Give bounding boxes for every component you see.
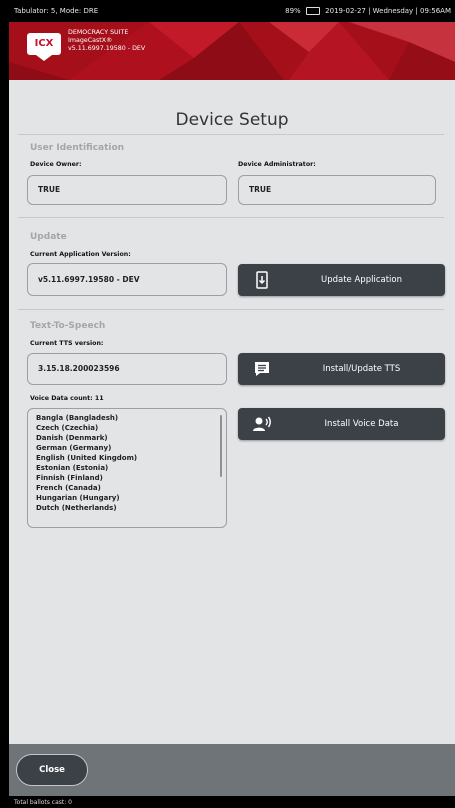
date-time: 2019-02-27 | Wednesday | 09:56AM bbox=[325, 7, 451, 15]
tts-version-label: Current TTS version: bbox=[30, 340, 104, 347]
device-owner-label: Device Owner: bbox=[30, 161, 82, 168]
list-item[interactable]: Danish (Denmark) bbox=[36, 433, 226, 443]
brand-line-2: ImageCastX® bbox=[68, 37, 113, 44]
list-item[interactable]: Czech (Czechia) bbox=[36, 423, 226, 433]
footer-bar: Close bbox=[9, 744, 455, 796]
voice-list-scrollbar[interactable] bbox=[220, 415, 222, 477]
speaker-voice-icon bbox=[253, 416, 271, 431]
list-item[interactable]: Estonian (Estonia) bbox=[36, 463, 226, 473]
application-version-label: Current Application Version: bbox=[30, 251, 131, 258]
list-item[interactable]: French (Canada) bbox=[36, 483, 226, 493]
voice-list-items: Bangla (Bangladesh) Czech (Czechia) Dani… bbox=[28, 409, 226, 513]
device-frame: Tabulator: 5, Mode: DRE 89% 2019-02-27 |… bbox=[0, 0, 455, 808]
list-item[interactable]: English (United Kingdom) bbox=[36, 453, 226, 463]
brand-text: DEMOCRACY SUITE ImageCastX® v5.11.6997.1… bbox=[68, 29, 145, 53]
tabulator-mode-text: Tabulator: 5, Mode: DRE bbox=[14, 7, 99, 15]
install-update-tts-label: Install/Update TTS bbox=[322, 364, 401, 374]
status-bar: Tabulator: 5, Mode: DRE 89% 2019-02-27 |… bbox=[0, 0, 455, 22]
title-row: Device Setup bbox=[9, 80, 455, 135]
device-administrator-label: Device Administrator: bbox=[238, 161, 316, 168]
application-version-field: v5.11.6997.19580 - DEV bbox=[27, 263, 227, 296]
bottom-status-bar: Total ballots cast: 0 bbox=[0, 796, 455, 808]
battery-icon bbox=[305, 7, 320, 15]
divider bbox=[18, 309, 444, 310]
section-title-user-identification: User Identification bbox=[30, 143, 125, 153]
update-application-button[interactable]: Update Application bbox=[238, 264, 445, 296]
icx-logo: ICX bbox=[27, 33, 61, 61]
page-title: Device Setup bbox=[175, 110, 289, 130]
app-screen: ICX DEMOCRACY SUITE ImageCastX® v5.11.69… bbox=[9, 22, 455, 796]
section-title-update: Update bbox=[30, 232, 67, 242]
divider bbox=[18, 217, 444, 218]
update-application-label: Update Application bbox=[321, 275, 402, 285]
close-button[interactable]: Close bbox=[16, 754, 88, 786]
status-right: 89% 2019-02-27 | Wednesday | 09:56AM bbox=[285, 7, 451, 15]
tts-version-field: 3.15.18.200023596 bbox=[27, 353, 227, 385]
device-owner-field: TRUE bbox=[27, 175, 227, 205]
chat-message-icon bbox=[255, 362, 269, 376]
battery-level: 89% bbox=[285, 7, 301, 15]
total-ballots-cast: Total ballots cast: 0 bbox=[14, 799, 72, 806]
header-banner: ICX DEMOCRACY SUITE ImageCastX® v5.11.69… bbox=[9, 22, 455, 80]
install-voice-data-button[interactable]: Install Voice Data bbox=[238, 408, 445, 440]
list-item[interactable]: Finnish (Finland) bbox=[36, 473, 226, 483]
list-item[interactable]: Bangla (Bangladesh) bbox=[36, 413, 226, 423]
voice-data-list[interactable]: Bangla (Bangladesh) Czech (Czechia) Dani… bbox=[27, 408, 227, 528]
section-title-text-to-speech: Text-To-Speech bbox=[30, 321, 106, 331]
brand-line-3: v5.11.6997.19580 - DEV bbox=[68, 45, 146, 52]
divider bbox=[18, 134, 444, 135]
list-item[interactable]: German (Germany) bbox=[36, 443, 226, 453]
install-voice-data-label: Install Voice Data bbox=[324, 419, 399, 429]
device-administrator-field: TRUE bbox=[238, 175, 436, 205]
brand-line-1: DEMOCRACY SUITE bbox=[68, 29, 129, 36]
voice-data-count-label: Voice Data count: 11 bbox=[30, 395, 104, 402]
install-update-tts-button[interactable]: Install/Update TTS bbox=[238, 353, 445, 385]
download-device-icon bbox=[256, 271, 268, 289]
list-item[interactable]: Dutch (Netherlands) bbox=[36, 503, 226, 513]
list-item[interactable]: Hungarian (Hungary) bbox=[36, 493, 226, 503]
